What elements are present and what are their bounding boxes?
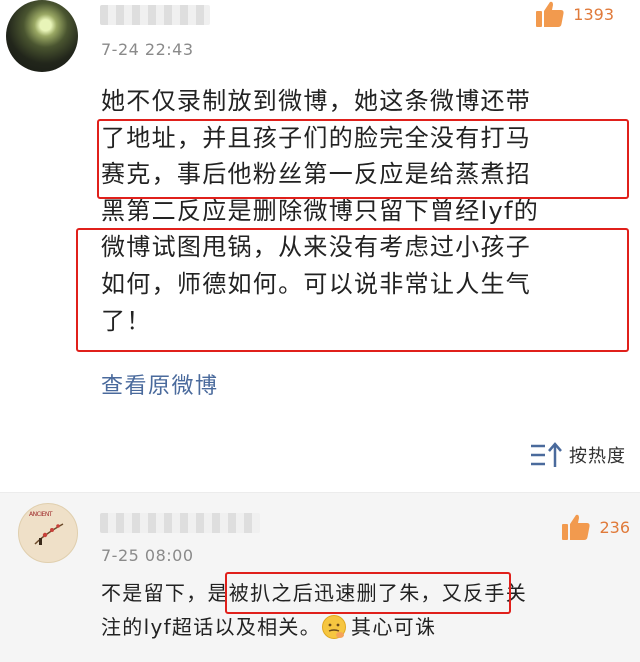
thumbs-up-icon (562, 514, 591, 540)
sort-button[interactable]: 按热度 (529, 440, 626, 470)
like-button[interactable]: 1393 (535, 0, 614, 28)
like-count: 1393 (573, 4, 614, 24)
highlight-box (76, 228, 629, 352)
username-blurred[interactable] (100, 5, 210, 25)
thumbs-up-icon (536, 1, 564, 28)
avatar[interactable] (6, 0, 78, 72)
like-count: 236 (599, 517, 630, 537)
body-line: 黑第二反应是删除微博只留下曾经lyf的 (101, 196, 540, 225)
plum-branch-icon (34, 523, 64, 545)
body-line: 她不仅录制放到微博，她这条微博还带 (101, 87, 532, 115)
body-text: 不是留下， (101, 581, 208, 605)
body-line: 注的lyf超话以及相关。 其心可诛 (101, 610, 527, 644)
comment-time: 7-25 08:00 (101, 546, 194, 565)
body-text: 其心可诛 (351, 615, 437, 639)
avatar-text: ANCIENT (29, 511, 53, 518)
highlight-box (225, 572, 511, 614)
sort-label: 按热度 (569, 446, 626, 467)
body-text: 注的lyf超话以及相关。 (101, 615, 322, 639)
username-blurred[interactable] (100, 513, 260, 533)
thinking-emoji-icon (322, 615, 347, 639)
sort-icon (531, 442, 562, 467)
comment-1: 7-24 22:43 1393 她不仅录制放到微博，她这条微博还带 了地址，并且… (0, 0, 640, 492)
like-button[interactable]: 236 (561, 513, 630, 541)
avatar[interactable]: ANCIENT (18, 503, 78, 563)
comment-time: 7-24 22:43 (101, 40, 194, 59)
view-original-link[interactable]: 查看原微博 (101, 368, 219, 400)
highlight-box (97, 119, 629, 199)
